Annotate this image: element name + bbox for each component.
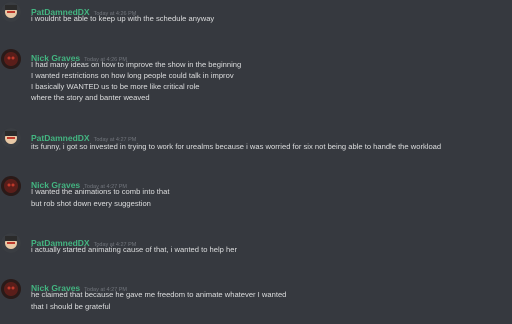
nick-graves-avatar[interactable] [1,279,21,299]
message-line: i actually started animating cause of th… [31,245,237,254]
patdamned-avatar[interactable] [1,233,21,253]
message-line: I wanted the animations to comb into tha… [31,187,170,196]
patdamned-avatar[interactable] [1,2,21,22]
message-line: that I should be grateful [31,302,111,311]
message-line: I wanted restrictions on how long people… [31,71,234,80]
nick-graves-avatar[interactable] [1,49,21,69]
message-line: I basically WANTED us to be more like cr… [31,82,200,91]
message-line: I had many ideas on how to improve the s… [31,60,242,69]
nick-graves-avatar[interactable] [1,176,21,196]
patdamned-avatar[interactable] [1,128,21,148]
message-line: i wouldnt be able to keep up with the sc… [31,14,215,23]
message-line: but rob shot down every suggestion [31,199,151,208]
message-line: its funny, i got so invested in trying t… [31,142,442,151]
message-line: he claimed that because he gave me freed… [31,290,287,299]
message-line: where the story and banter weaved [31,93,150,102]
